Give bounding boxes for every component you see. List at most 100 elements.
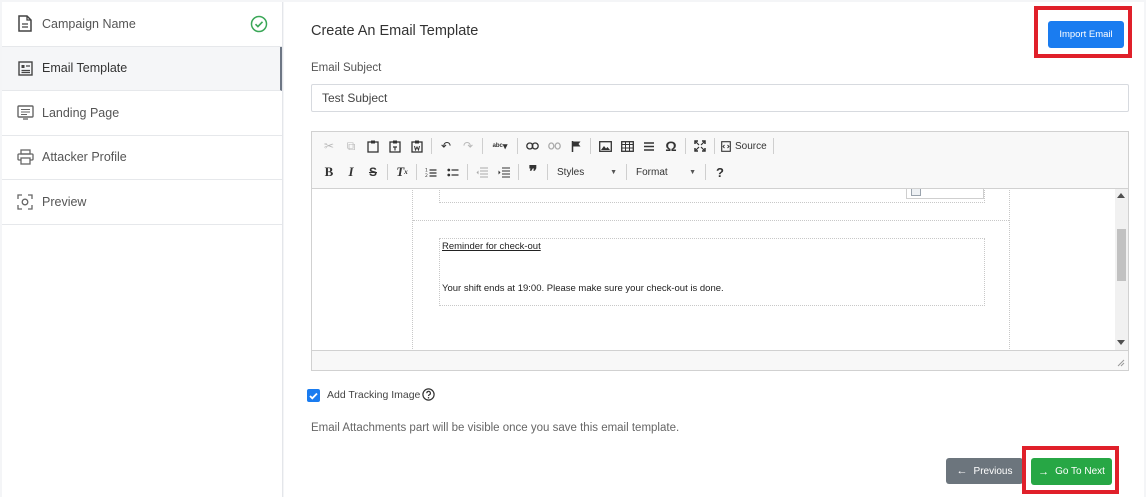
- toolbar-separator: [517, 138, 518, 154]
- editor-scrollbar[interactable]: [1115, 189, 1128, 350]
- unlink-icon[interactable]: [543, 135, 565, 157]
- toolbar-separator: [416, 164, 417, 180]
- toolbar-separator: [590, 138, 591, 154]
- previous-button[interactable]: ← Previous: [946, 458, 1023, 484]
- rich-text-editor: ✂ ⧉ ↶ ↷ ᵃᵇᶜ▾ Ω Source B I S T x 1 2 ❞ St…: [311, 131, 1129, 371]
- table-icon[interactable]: [616, 135, 638, 157]
- question-circle-icon[interactable]: [422, 388, 435, 401]
- toolbar-separator: [547, 164, 548, 180]
- campaign-wizard: Campaign Name Email Template Landing Pag…: [0, 0, 1146, 497]
- editor-toolbar: ✂ ⧉ ↶ ↷ ᵃᵇᶜ▾ Ω Source B I S T x 1 2 ❞ St…: [312, 132, 1128, 189]
- toolbar-separator: [772, 138, 774, 154]
- format-label: Format: [636, 166, 668, 178]
- broken-image-icon: [906, 189, 984, 199]
- sidebar-item-landing-page[interactable]: Landing Page: [2, 91, 282, 136]
- indent-icon[interactable]: [493, 161, 515, 183]
- scroll-down-icon[interactable]: [1117, 340, 1125, 345]
- paste-icon[interactable]: [362, 135, 384, 157]
- table-cell: [439, 189, 985, 203]
- paste-text-icon[interactable]: [384, 135, 406, 157]
- horizontal-line-icon[interactable]: [638, 135, 660, 157]
- reminder-text: Your shift ends at 19:00. Please make su…: [442, 283, 724, 294]
- toolbar-row-2: B I S Tx 12 ❞ Styles ▼ Format ▼ ?: [318, 161, 731, 183]
- sidebar-item-email-template[interactable]: Email Template: [2, 46, 282, 91]
- copy-icon[interactable]: ⧉: [340, 135, 362, 157]
- styles-label: Styles: [557, 166, 585, 178]
- table-divider: [413, 220, 1009, 221]
- strikethrough-icon[interactable]: S: [362, 161, 384, 183]
- editor-content[interactable]: Reminder for check-out Your shift ends a…: [312, 189, 1115, 350]
- sidebar-item-label: Attacker Profile: [42, 150, 127, 165]
- sidebar-item-label: Landing Page: [42, 105, 120, 120]
- page-title: Create An Email Template: [311, 23, 479, 39]
- numbered-list-icon[interactable]: 12: [420, 161, 442, 183]
- source-button[interactable]: Source: [718, 135, 770, 157]
- tracking-image-label[interactable]: Add Tracking Image: [327, 389, 420, 401]
- toolbar-separator: [518, 164, 519, 180]
- toolbar-separator: [387, 164, 388, 180]
- source-icon: [721, 140, 731, 152]
- printer-icon: [16, 148, 34, 166]
- attachments-note: Email Attachments part will be visible o…: [311, 422, 680, 434]
- import-highlight: Import Email: [1034, 6, 1132, 58]
- styles-dropdown[interactable]: Styles ▼: [551, 163, 623, 181]
- help-button[interactable]: ?: [709, 161, 731, 183]
- spellcheck-icon[interactable]: ᵃᵇᶜ▾: [486, 135, 514, 157]
- arrow-left-icon: ←: [956, 465, 968, 477]
- scroll-thumb[interactable]: [1117, 229, 1126, 281]
- document-icon: [16, 15, 34, 33]
- bulleted-list-icon[interactable]: [442, 161, 464, 183]
- undo-icon[interactable]: ↶: [435, 135, 457, 157]
- redo-icon[interactable]: ↷: [457, 135, 479, 157]
- email-template-panel: Create An Email Template Import Email Em…: [284, 2, 1144, 497]
- maximize-icon[interactable]: [689, 135, 711, 157]
- subject-label: Email Subject: [311, 62, 382, 74]
- toolbar-separator: [705, 164, 706, 180]
- check-circle-icon: [250, 15, 268, 33]
- cut-icon[interactable]: ✂: [318, 135, 340, 157]
- arrow-right-icon: →: [1038, 465, 1050, 478]
- tracking-image-checkbox[interactable]: [307, 389, 320, 402]
- reminder-cell: Reminder for check-out Your shift ends a…: [439, 238, 985, 306]
- subject-input[interactable]: [311, 84, 1129, 112]
- editor-statusbar: [312, 350, 1128, 370]
- next-highlight: → Go To Next: [1022, 446, 1119, 494]
- go-to-next-button[interactable]: → Go To Next: [1031, 458, 1112, 485]
- source-label: Source: [735, 140, 767, 152]
- sidebar-item-label: Campaign Name: [42, 16, 136, 31]
- toolbar-separator: [626, 164, 627, 180]
- anchor-flag-icon[interactable]: [565, 135, 587, 157]
- landing-page-icon: [16, 104, 34, 122]
- svg-text:1: 1: [425, 167, 428, 173]
- chevron-down-icon: ▼: [610, 168, 617, 176]
- next-label: Go To Next: [1055, 466, 1105, 477]
- toolbar-separator: [685, 138, 686, 154]
- toolbar-separator: [467, 164, 468, 180]
- scroll-up-icon[interactable]: [1117, 193, 1125, 198]
- toolbar-separator: [431, 138, 432, 154]
- link-icon[interactable]: [521, 135, 543, 157]
- paste-word-icon[interactable]: [406, 135, 428, 157]
- toolbar-separator: [714, 138, 715, 154]
- sidebar-item-attacker-profile[interactable]: Attacker Profile: [2, 136, 282, 180]
- remove-format-icon[interactable]: Tx: [391, 161, 413, 183]
- bold-icon[interactable]: B: [318, 161, 340, 183]
- sidebar-item-preview[interactable]: Preview: [2, 180, 282, 225]
- format-dropdown[interactable]: Format ▼: [630, 163, 702, 181]
- resize-grip-icon[interactable]: [1117, 359, 1125, 367]
- template-icon: [16, 59, 34, 77]
- svg-text:2: 2: [425, 173, 428, 178]
- wizard-sidebar: Campaign Name Email Template Landing Pag…: [2, 2, 283, 497]
- sidebar-item-campaign-name[interactable]: Campaign Name: [2, 2, 282, 47]
- preview-icon: [16, 193, 34, 211]
- reminder-title: Reminder for check-out: [442, 241, 541, 252]
- blockquote-icon[interactable]: ❞: [522, 161, 544, 183]
- outdent-icon[interactable]: [471, 161, 493, 183]
- italic-icon[interactable]: I: [340, 161, 362, 183]
- image-icon[interactable]: [594, 135, 616, 157]
- previous-label: Previous: [973, 465, 1013, 477]
- email-body-table: Reminder for check-out Your shift ends a…: [412, 189, 1010, 350]
- special-char-icon[interactable]: Ω: [660, 135, 682, 157]
- checkmark-icon: [309, 392, 318, 400]
- import-email-button[interactable]: Import Email: [1048, 21, 1124, 48]
